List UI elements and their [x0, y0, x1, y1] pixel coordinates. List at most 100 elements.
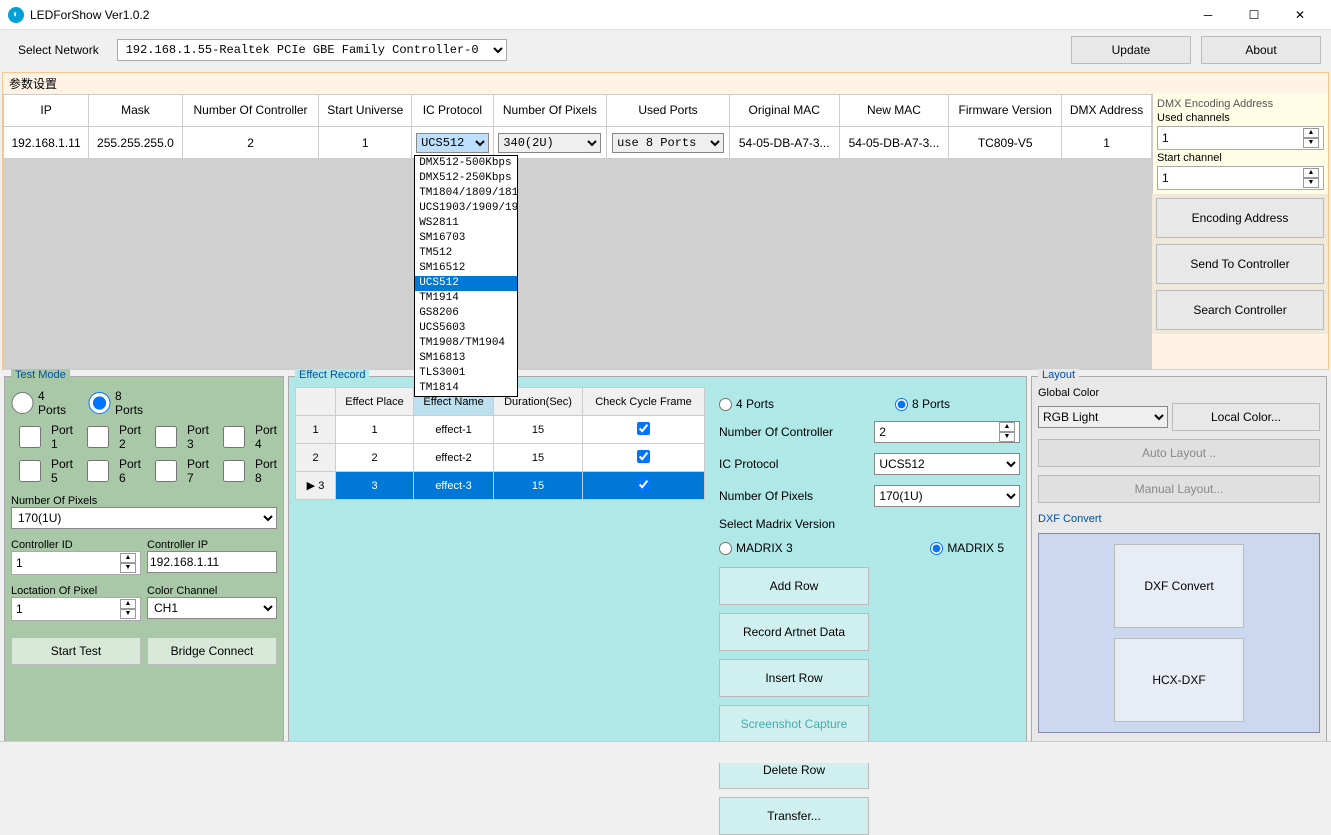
transfer-button[interactable]: Transfer...	[719, 797, 869, 835]
ic-protocol-select[interactable]: UCS512	[416, 133, 489, 153]
maximize-button[interactable]: ☐	[1231, 0, 1277, 30]
protocol-option[interactable]: TM512	[415, 246, 517, 261]
col-startuniv: Start Universe	[319, 95, 412, 127]
ctrl-ip-input[interactable]	[147, 551, 277, 573]
close-button[interactable]: ✕	[1277, 0, 1323, 30]
dxf-panel: DXF Convert HCX-DXF	[1038, 533, 1320, 733]
usedports-select[interactable]: use 8 Ports	[612, 133, 724, 153]
radio-madrix5[interactable]: MADRIX 5	[930, 541, 1004, 555]
ic-protocol-dropdown[interactable]: DMX512-500KbpsDMX512-250KbpsTM1804/1809/…	[414, 155, 518, 397]
network-select[interactable]: 192.168.1.55-Realtek PCIe GBE Family Con…	[117, 39, 507, 61]
encoding-address-button[interactable]: Encoding Address	[1156, 198, 1324, 238]
protocol-option[interactable]: UCS5603	[415, 321, 517, 336]
manual-layout-button[interactable]: Manual Layout...	[1038, 475, 1320, 503]
window-title: LEDForShow Ver1.0.2	[30, 8, 1185, 22]
col-ip: IP	[4, 95, 89, 127]
ctrl-id-input[interactable]: 1▲▼	[11, 551, 141, 575]
er-ic-select[interactable]: UCS512	[874, 453, 1020, 475]
effect-table[interactable]: Effect Place Effect Name Duration(Sec) C…	[295, 387, 705, 500]
table-row[interactable]: ▶ 33effect-315	[296, 472, 705, 500]
er-numctrl-input[interactable]: 2▲▼	[874, 421, 1020, 443]
protocol-option[interactable]: DMX512-250Kbps	[415, 171, 517, 186]
protocol-option[interactable]: DMX512-500Kbps	[415, 156, 517, 171]
cell-startuniv[interactable]: 1	[319, 127, 412, 159]
cell-ip[interactable]: 192.168.1.11	[4, 127, 89, 159]
minimize-button[interactable]: ─	[1185, 0, 1231, 30]
cell-mask[interactable]: 255.255.255.0	[89, 127, 183, 159]
insert-row-button[interactable]: Insert Row	[719, 659, 869, 697]
cell-origmac[interactable]: 54-05-DB-A7-3...	[729, 127, 839, 159]
color-ch-select[interactable]: CH1	[147, 597, 277, 619]
auto-layout-button[interactable]: Auto Layout ..	[1038, 439, 1320, 467]
used-channels-input[interactable]: 1▲▼	[1157, 126, 1324, 150]
search-controller-button[interactable]: Search Controller	[1156, 290, 1324, 330]
port-checkbox[interactable]: Port 6	[79, 457, 141, 485]
table-row[interactable]: 22effect-215	[296, 444, 705, 472]
port-checkbox[interactable]: Port 7	[147, 457, 209, 485]
local-color-button[interactable]: Local Color...	[1172, 403, 1320, 431]
cell-fw[interactable]: TC809-V5	[949, 127, 1062, 159]
test-mode-panel: Test Mode 4 Ports 8 Ports Port 1 Port 2 …	[4, 376, 284, 758]
dxf-convert-button[interactable]: DXF Convert	[1114, 544, 1244, 628]
port-checkbox[interactable]: Port 4	[215, 423, 277, 451]
params-table: IP Mask Number Of Controller Start Unive…	[3, 94, 1152, 159]
global-color-select[interactable]: RGB Light	[1038, 406, 1168, 428]
er-col-place[interactable]: Effect Place	[336, 388, 414, 416]
layout-title: Layout	[1038, 369, 1079, 381]
protocol-option[interactable]: TLS3001	[415, 366, 517, 381]
update-button[interactable]: Update	[1071, 36, 1191, 64]
port-checkbox[interactable]: Port 3	[147, 423, 209, 451]
record-artnet-button[interactable]: Record Artnet Data	[719, 613, 869, 651]
protocol-option[interactable]: TM1804/1809/1812	[415, 186, 517, 201]
start-channel-label: Start channel	[1157, 152, 1324, 164]
table-row[interactable]: 11effect-115	[296, 416, 705, 444]
protocol-option[interactable]: SM16703	[415, 231, 517, 246]
er-npx-select[interactable]: 170(1U)	[874, 485, 1020, 507]
protocol-option[interactable]: GS8206	[415, 306, 517, 321]
col-mask: Mask	[89, 95, 183, 127]
add-row-button[interactable]: Add Row	[719, 567, 869, 605]
cell-newmac[interactable]: 54-05-DB-A7-3...	[839, 127, 949, 159]
loc-pixel-input[interactable]: 1▲▼	[11, 597, 141, 621]
protocol-option[interactable]: TM1908/TM1904	[415, 336, 517, 351]
num-pixels-select[interactable]: 170(1U)	[11, 507, 277, 529]
col-numctrl: Number Of Controller	[182, 95, 319, 127]
up-icon[interactable]: ▲	[1303, 128, 1319, 138]
up-icon[interactable]: ▲	[1303, 168, 1319, 178]
col-usedports: Used Ports	[607, 95, 730, 127]
start-test-button[interactable]: Start Test	[11, 637, 141, 665]
numpixels-select[interactable]: 340(2U)	[498, 133, 601, 153]
cell-numpixels[interactable]: 340(2U)	[493, 127, 607, 159]
about-button[interactable]: About	[1201, 36, 1321, 64]
cell-dmxaddr[interactable]: 1	[1062, 127, 1152, 159]
er-radio-4ports[interactable]: 4 Ports	[719, 397, 879, 411]
protocol-option[interactable]: UCS512	[415, 276, 517, 291]
send-to-controller-button[interactable]: Send To Controller	[1156, 244, 1324, 284]
dxf-title: DXF Convert	[1038, 513, 1320, 525]
radio-4ports[interactable]: 4 Ports	[11, 389, 66, 417]
er-col-chk[interactable]: Check Cycle Frame	[582, 388, 704, 416]
protocol-option[interactable]: TM1914	[415, 291, 517, 306]
start-channel-input[interactable]: 1▲▼	[1157, 166, 1324, 190]
protocol-option[interactable]: UCS1903/1909/1912	[415, 201, 517, 216]
protocol-option[interactable]: TM1814	[415, 381, 517, 396]
er-radio-8ports[interactable]: 8 Ports	[895, 397, 950, 411]
port-checkbox[interactable]: Port 8	[215, 457, 277, 485]
protocol-option[interactable]: WS2811	[415, 216, 517, 231]
port-checkbox[interactable]: Port 1	[11, 423, 73, 451]
radio-madrix3[interactable]: MADRIX 3	[719, 541, 879, 555]
cell-icprotocol[interactable]: UCS512 DMX512-500KbpsDMX512-250KbpsTM180…	[412, 127, 493, 159]
radio-8ports[interactable]: 8 Ports	[88, 389, 143, 417]
protocol-option[interactable]: SM16813	[415, 351, 517, 366]
bridge-connect-button[interactable]: Bridge Connect	[147, 637, 277, 665]
down-icon[interactable]: ▼	[1303, 178, 1319, 188]
cell-usedports[interactable]: use 8 Ports	[607, 127, 730, 159]
hcx-dxf-button[interactable]: HCX-DXF	[1114, 638, 1244, 722]
port-checkbox[interactable]: Port 5	[11, 457, 73, 485]
col-fw: Firmware Version	[949, 95, 1062, 127]
port-checkbox[interactable]: Port 2	[79, 423, 141, 451]
down-icon[interactable]: ▼	[1303, 138, 1319, 148]
cell-numctrl[interactable]: 2	[182, 127, 319, 159]
screenshot-capture-button[interactable]: Screenshot Capture	[719, 705, 869, 743]
protocol-option[interactable]: SM16512	[415, 261, 517, 276]
